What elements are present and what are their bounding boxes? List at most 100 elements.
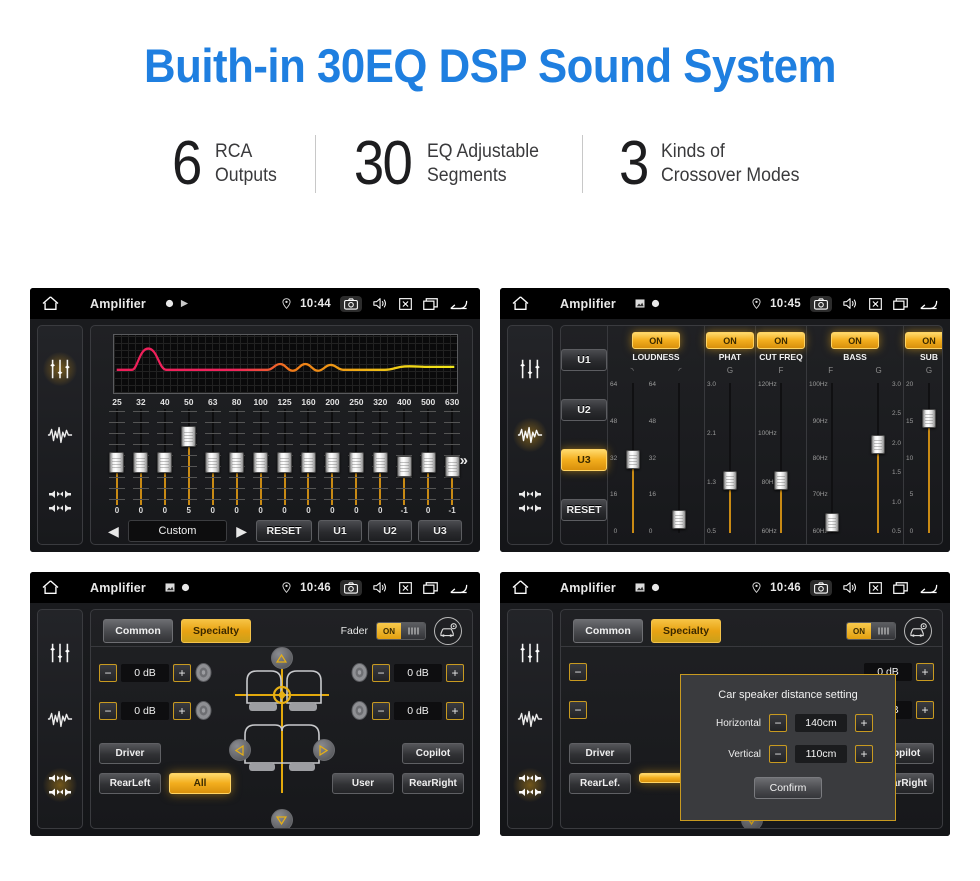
sidebar-item-waveform[interactable] [43, 418, 77, 452]
user-button[interactable]: User [332, 773, 394, 794]
sidebar-item-waveform[interactable] [43, 702, 77, 736]
eq-slider[interactable] [153, 409, 177, 505]
phat-gain-slider[interactable]: 3.0 2.1 1.3 0.5 [707, 377, 753, 539]
sidebar-item-waveform[interactable] [513, 418, 547, 452]
minus-button[interactable]: − [569, 701, 587, 719]
sidebar-item-balance[interactable] [43, 768, 77, 802]
volume-icon[interactable] [843, 581, 858, 594]
minus-button[interactable]: − [372, 701, 390, 720]
back-icon[interactable] [919, 582, 938, 594]
phat-on-button[interactable]: ON [706, 332, 754, 349]
recents-icon[interactable] [423, 581, 438, 594]
reset-button[interactable]: RESET [561, 499, 607, 521]
plus-button[interactable]: + [173, 663, 191, 682]
tab-common[interactable]: Common [103, 619, 173, 643]
confirm-button[interactable]: Confirm [754, 777, 822, 799]
eq-slider[interactable] [249, 409, 273, 505]
move-down-button[interactable] [270, 809, 293, 828]
back-icon[interactable] [919, 298, 938, 310]
car-settings-icon[interactable] [434, 617, 462, 645]
bass-on-button[interactable]: ON [831, 332, 879, 349]
sidebar-item-balance[interactable] [513, 484, 547, 518]
driver-button[interactable]: Driver [99, 743, 161, 764]
prev-preset-button[interactable]: ◀ [105, 524, 122, 538]
next-preset-button[interactable]: ▶ [233, 524, 250, 538]
rear-left-button[interactable]: RearLeft [99, 773, 161, 794]
home-icon[interactable] [512, 296, 529, 311]
camera-icon[interactable] [340, 295, 362, 312]
tab-common[interactable]: Common [573, 619, 643, 643]
sidebar-item-equalizer[interactable] [43, 352, 77, 386]
rear-right-button[interactable]: RearRight [402, 773, 464, 794]
eq-slider[interactable] [320, 409, 344, 505]
preset-u3-button[interactable]: U3 [561, 449, 607, 471]
sidebar-item-equalizer[interactable] [43, 636, 77, 670]
home-icon[interactable] [42, 296, 59, 311]
recents-icon[interactable] [893, 297, 908, 310]
eq-slider[interactable] [225, 409, 249, 505]
vertical-minus-button[interactable]: − [769, 745, 787, 763]
eq-slider[interactable] [129, 409, 153, 505]
minus-button[interactable]: − [569, 663, 587, 681]
plus-button[interactable]: + [446, 663, 464, 682]
reset-button[interactable]: RESET [256, 520, 312, 542]
volume-icon[interactable] [843, 297, 858, 310]
preset-u1-button[interactable]: U1 [561, 349, 607, 371]
sidebar-item-waveform[interactable] [513, 702, 547, 736]
close-box-icon[interactable] [869, 297, 882, 310]
sidebar-item-equalizer[interactable] [513, 352, 547, 386]
copilot-button[interactable]: Copilot [402, 743, 464, 764]
loudness-slider-a[interactable]: 64 48 32 16 0 64 48 32 16 0 [610, 377, 656, 539]
plus-button[interactable]: + [916, 701, 934, 719]
eq-slider[interactable] [105, 409, 129, 505]
home-icon[interactable] [42, 580, 59, 595]
recents-icon[interactable] [423, 297, 438, 310]
camera-icon[interactable] [810, 579, 832, 596]
camera-icon[interactable] [340, 579, 362, 596]
eq-slider[interactable] [344, 409, 368, 505]
driver-button[interactable]: Driver [569, 743, 631, 764]
back-icon[interactable] [449, 298, 468, 310]
fader-toggle[interactable]: ON [846, 622, 896, 640]
preset-name-field[interactable]: Custom [127, 520, 228, 542]
plus-button[interactable]: + [916, 663, 934, 681]
minus-button[interactable]: − [372, 663, 390, 682]
recents-icon[interactable] [893, 581, 908, 594]
back-icon[interactable] [449, 582, 468, 594]
loudness-on-button[interactable]: ON [632, 332, 680, 349]
vertical-plus-button[interactable]: + [855, 745, 873, 763]
all-button[interactable]: All [169, 773, 231, 794]
loudness-slider-b[interactable] [656, 377, 702, 539]
sidebar-item-balance[interactable] [513, 768, 547, 802]
horizontal-plus-button[interactable]: + [855, 714, 873, 732]
tab-specialty[interactable]: Specialty [651, 619, 721, 643]
tab-specialty[interactable]: Specialty [181, 619, 251, 643]
cutfreq-on-button[interactable]: ON [757, 332, 805, 349]
preset-u2-button[interactable]: U2 [368, 520, 412, 542]
eq-slider[interactable] [297, 409, 321, 505]
volume-icon[interactable] [373, 297, 388, 310]
close-box-icon[interactable] [869, 581, 882, 594]
plus-button[interactable]: + [446, 701, 464, 720]
eq-slider[interactable] [201, 409, 225, 505]
bass-freq-slider[interactable]: 100Hz 90Hz 80Hz 70Hz 60Hz [809, 377, 855, 539]
sub-gain-slider[interactable]: 20 15 10 5 0 [906, 377, 942, 539]
minus-button[interactable]: − [99, 701, 117, 720]
camera-icon[interactable] [810, 295, 832, 312]
bass-gain-slider[interactable]: 3.0 2.5 2.0 1.5 1.0 0.5 [855, 377, 901, 539]
cutfreq-slider[interactable]: 120Hz 100Hz 80Hz 60Hz [758, 377, 804, 539]
eq-slider[interactable] [273, 409, 297, 505]
car-seat-map[interactable] [227, 653, 337, 803]
eq-slider[interactable] [416, 409, 440, 505]
eq-slider[interactable] [392, 409, 416, 505]
rear-left-button[interactable]: RearLef. [569, 773, 631, 794]
preset-u1-button[interactable]: U1 [318, 520, 362, 542]
move-right-button[interactable] [312, 739, 335, 761]
close-box-icon[interactable] [399, 297, 412, 310]
home-icon[interactable] [512, 580, 529, 595]
move-left-button[interactable] [228, 739, 251, 761]
sub-on-button[interactable]: ON [905, 332, 942, 349]
eq-slider[interactable] [177, 409, 201, 505]
more-bands-chevron-icon[interactable]: » [460, 452, 468, 469]
minus-button[interactable]: − [99, 663, 117, 682]
